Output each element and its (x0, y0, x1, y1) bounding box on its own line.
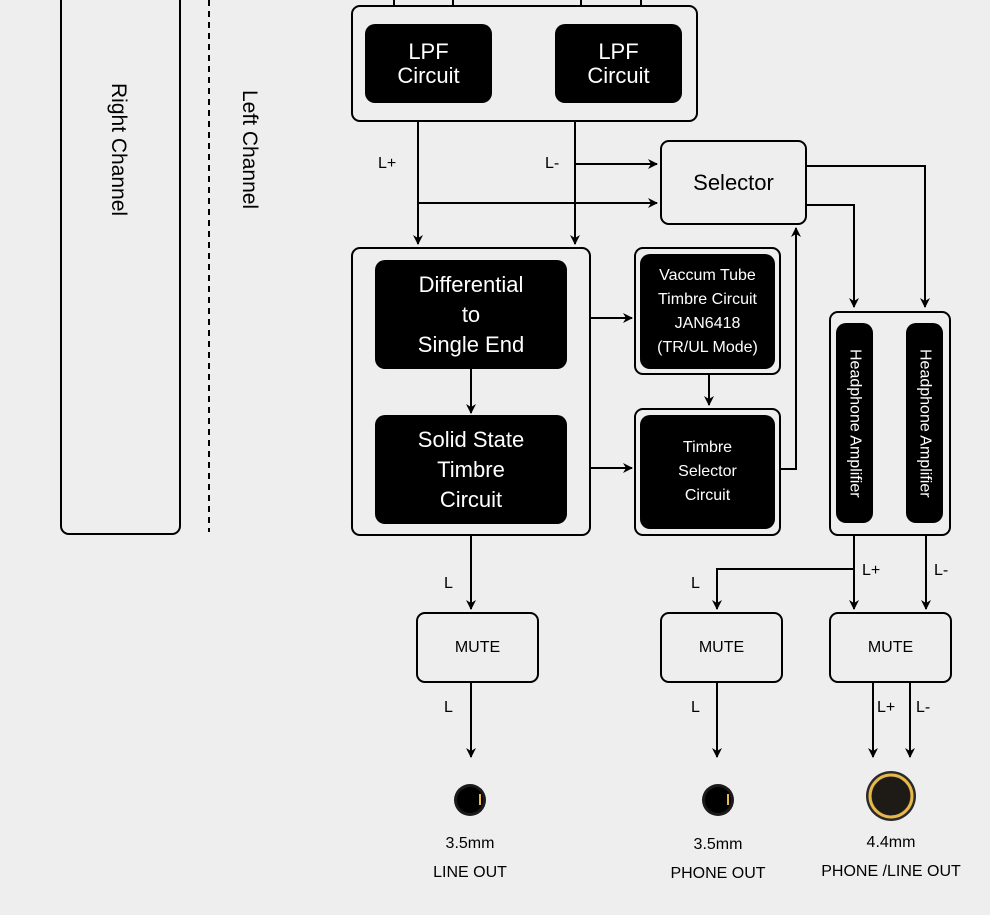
headphone-amplifier-2-label: Headphone Amplifier (916, 348, 934, 498)
solid-state-timbre-label: Solid State Timbre Circuit (417, 426, 525, 512)
mute-block-balanced[interactable]: MUTE (829, 612, 952, 683)
lpf-circuit-2-label: LPF Circuit (587, 38, 650, 88)
signal-label-line-in: L (444, 575, 453, 592)
diff-to-single-end-block[interactable]: Differential to Single End (375, 260, 567, 369)
output-size-line: 3.5mm (445, 835, 495, 852)
solid-state-timbre-block[interactable]: Solid State Timbre Circuit (375, 415, 567, 524)
wire-to-mute2 (712, 535, 855, 610)
lpf-circuit-2[interactable]: LPF Circuit (555, 24, 682, 103)
signal-label-phone-out: L (691, 699, 700, 716)
selector-label: Selector (693, 169, 774, 195)
output-size-balanced: 4.4mm (866, 834, 916, 851)
right-channel-box (60, 0, 181, 535)
jack-3.5mm-icon (702, 784, 734, 816)
signal-label-bal-plus: L+ (877, 699, 896, 716)
jack-4.4mm-icon (866, 771, 916, 821)
wire-selector-amp2 (806, 165, 930, 308)
signal-label-l-plus: L+ (378, 155, 397, 172)
mute-label: MUTE (698, 638, 745, 656)
lpf-circuit-1-label: LPF Circuit (397, 38, 460, 88)
headphone-amplifier-1-label: Headphone Amplifier (846, 348, 864, 498)
signal-label-line-out: L (444, 699, 453, 716)
right-channel-label: Right Channel (107, 83, 130, 217)
output-name-line: LINE OUT (433, 864, 507, 881)
vacuum-tube-timbre-label: Vaccum Tube Timbre Circuit JAN6418 (TR/U… (657, 266, 758, 356)
mute-label: MUTE (454, 638, 501, 656)
mute-label: MUTE (867, 638, 914, 656)
output-name-phone: PHONE OUT (670, 865, 766, 882)
signal-label-amp-l-plus: L+ (862, 562, 881, 579)
selector-block[interactable]: Selector (660, 140, 807, 225)
timbre-selector-label: Timbre Selector Circuit (678, 439, 737, 504)
wire-timbresel-selector (781, 227, 801, 470)
diff-to-single-end-label: Differential to Single End (417, 271, 525, 357)
signal-label-phone-in: L (691, 575, 700, 592)
wire-selector-amp1 (806, 204, 859, 308)
output-size-phone: 3.5mm (693, 836, 743, 853)
headphone-amplifier-2[interactable]: Headphone Amplifier (906, 323, 943, 523)
output-name-balanced: PHONE /LINE OUT (821, 863, 961, 880)
signal-label-bal-minus: L- (916, 699, 931, 716)
signal-label-l-minus: L- (545, 155, 560, 172)
lpf-circuit-1[interactable]: LPF Circuit (365, 24, 492, 103)
headphone-amplifier-1[interactable]: Headphone Amplifier (836, 323, 873, 523)
jack-3.5mm-icon (454, 784, 486, 816)
vacuum-tube-timbre-block[interactable]: Vaccum Tube Timbre Circuit JAN6418 (TR/U… (640, 254, 775, 369)
timbre-selector-block[interactable]: Timbre Selector Circuit (640, 415, 775, 529)
mute-block-line[interactable]: MUTE (416, 612, 539, 683)
signal-label-amp-l-minus: L- (934, 562, 949, 579)
mute-block-phone[interactable]: MUTE (660, 612, 783, 683)
left-channel-label: Left Channel (238, 90, 261, 210)
